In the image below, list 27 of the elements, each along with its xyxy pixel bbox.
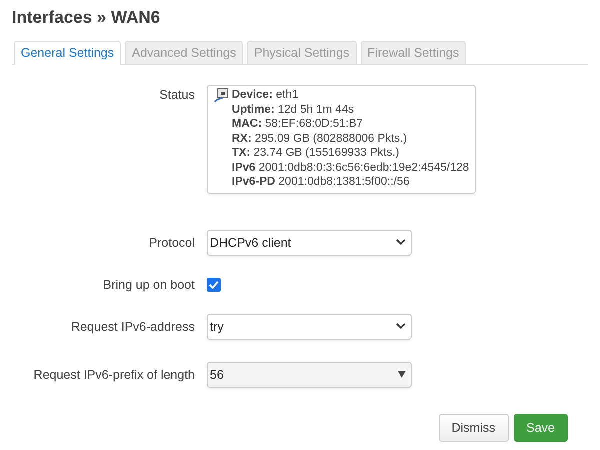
dropdown[interactable]: 56 <box>207 362 412 388</box>
field-label: Bring up on boot <box>102 278 195 292</box>
network-port-icon <box>214 88 229 103</box>
status-line: IPv6-PD 2001:0db8:1381:5f00::/56 <box>232 175 411 190</box>
status-line: TX: 23.74 GB (155169933 Pkts.) <box>232 146 400 160</box>
field-label: Status <box>158 87 195 102</box>
field-label: Request IPv6-prefix of length <box>32 368 195 382</box>
status-line: Uptime: 12d 5h 1m 44s <box>232 102 356 117</box>
dismiss-button[interactable]: Dismiss <box>438 414 508 442</box>
dropdown-arrow-icon <box>398 371 406 378</box>
dropdown[interactable]: DHCPv6 client <box>207 230 412 256</box>
status-line: MAC: 58:EF:68:0D:51:B7 <box>232 117 364 132</box>
field-label: Protocol <box>148 236 195 250</box>
chevron-icon <box>396 239 406 246</box>
dropdown[interactable]: try <box>207 314 412 340</box>
status-line: RX: 295.09 GB (802888006 Pkts.) <box>232 132 408 146</box>
checkbox[interactable] <box>207 278 221 292</box>
tab[interactable]: Advanced Settings <box>125 41 244 64</box>
chevron-icon <box>396 323 406 330</box>
page-title: Interfaces » WAN6 <box>12 8 162 28</box>
tab[interactable]: Physical Settings <box>247 41 357 64</box>
status-line: IPv6 2001:0db8:0:3:6c56:6edb:19e2:4545/128 <box>232 160 470 175</box>
field-label: Request IPv6-address <box>70 320 195 334</box>
status-line: Device: eth1 <box>232 88 300 102</box>
save-button[interactable]: Save <box>514 414 568 442</box>
tab[interactable]: General Settings <box>14 41 122 65</box>
tab[interactable]: Firewall Settings <box>360 41 466 64</box>
